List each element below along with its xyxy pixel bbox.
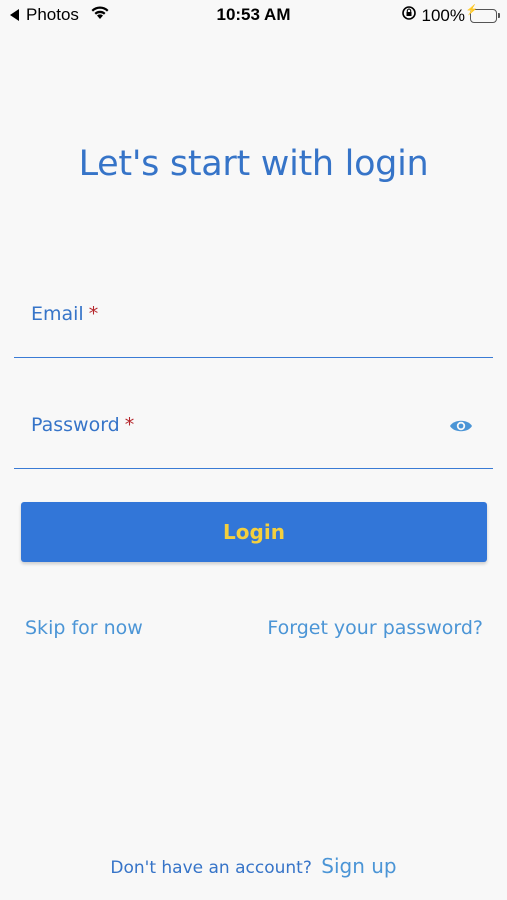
email-input[interactable] bbox=[31, 285, 443, 357]
page-title: Let's start with login bbox=[78, 144, 429, 184]
password-input[interactable] bbox=[31, 396, 443, 468]
login-button[interactable]: Login bbox=[21, 502, 487, 562]
login-screen: Photos 10:53 AM 100% ⚡ Let's start with … bbox=[0, 0, 507, 900]
battery-icon: ⚡ bbox=[466, 5, 500, 23]
password-field[interactable]: Password * bbox=[14, 396, 493, 469]
signup-link[interactable]: Sign up bbox=[321, 854, 396, 878]
rotation-lock-icon bbox=[401, 5, 417, 26]
status-bar: Photos 10:53 AM 100% ⚡ bbox=[0, 0, 507, 32]
email-field[interactable]: Email * bbox=[14, 285, 493, 358]
battery-percent: 100% bbox=[421, 5, 465, 25]
eye-icon[interactable] bbox=[449, 416, 473, 436]
forget-password-link[interactable]: Forget your password? bbox=[267, 617, 483, 639]
signup-row: Don't have an account? Sign up bbox=[0, 854, 507, 878]
signup-prompt: Don't have an account? bbox=[110, 858, 312, 878]
status-right: 100% ⚡ bbox=[401, 5, 500, 26]
skip-for-now-link[interactable]: Skip for now bbox=[25, 617, 143, 639]
